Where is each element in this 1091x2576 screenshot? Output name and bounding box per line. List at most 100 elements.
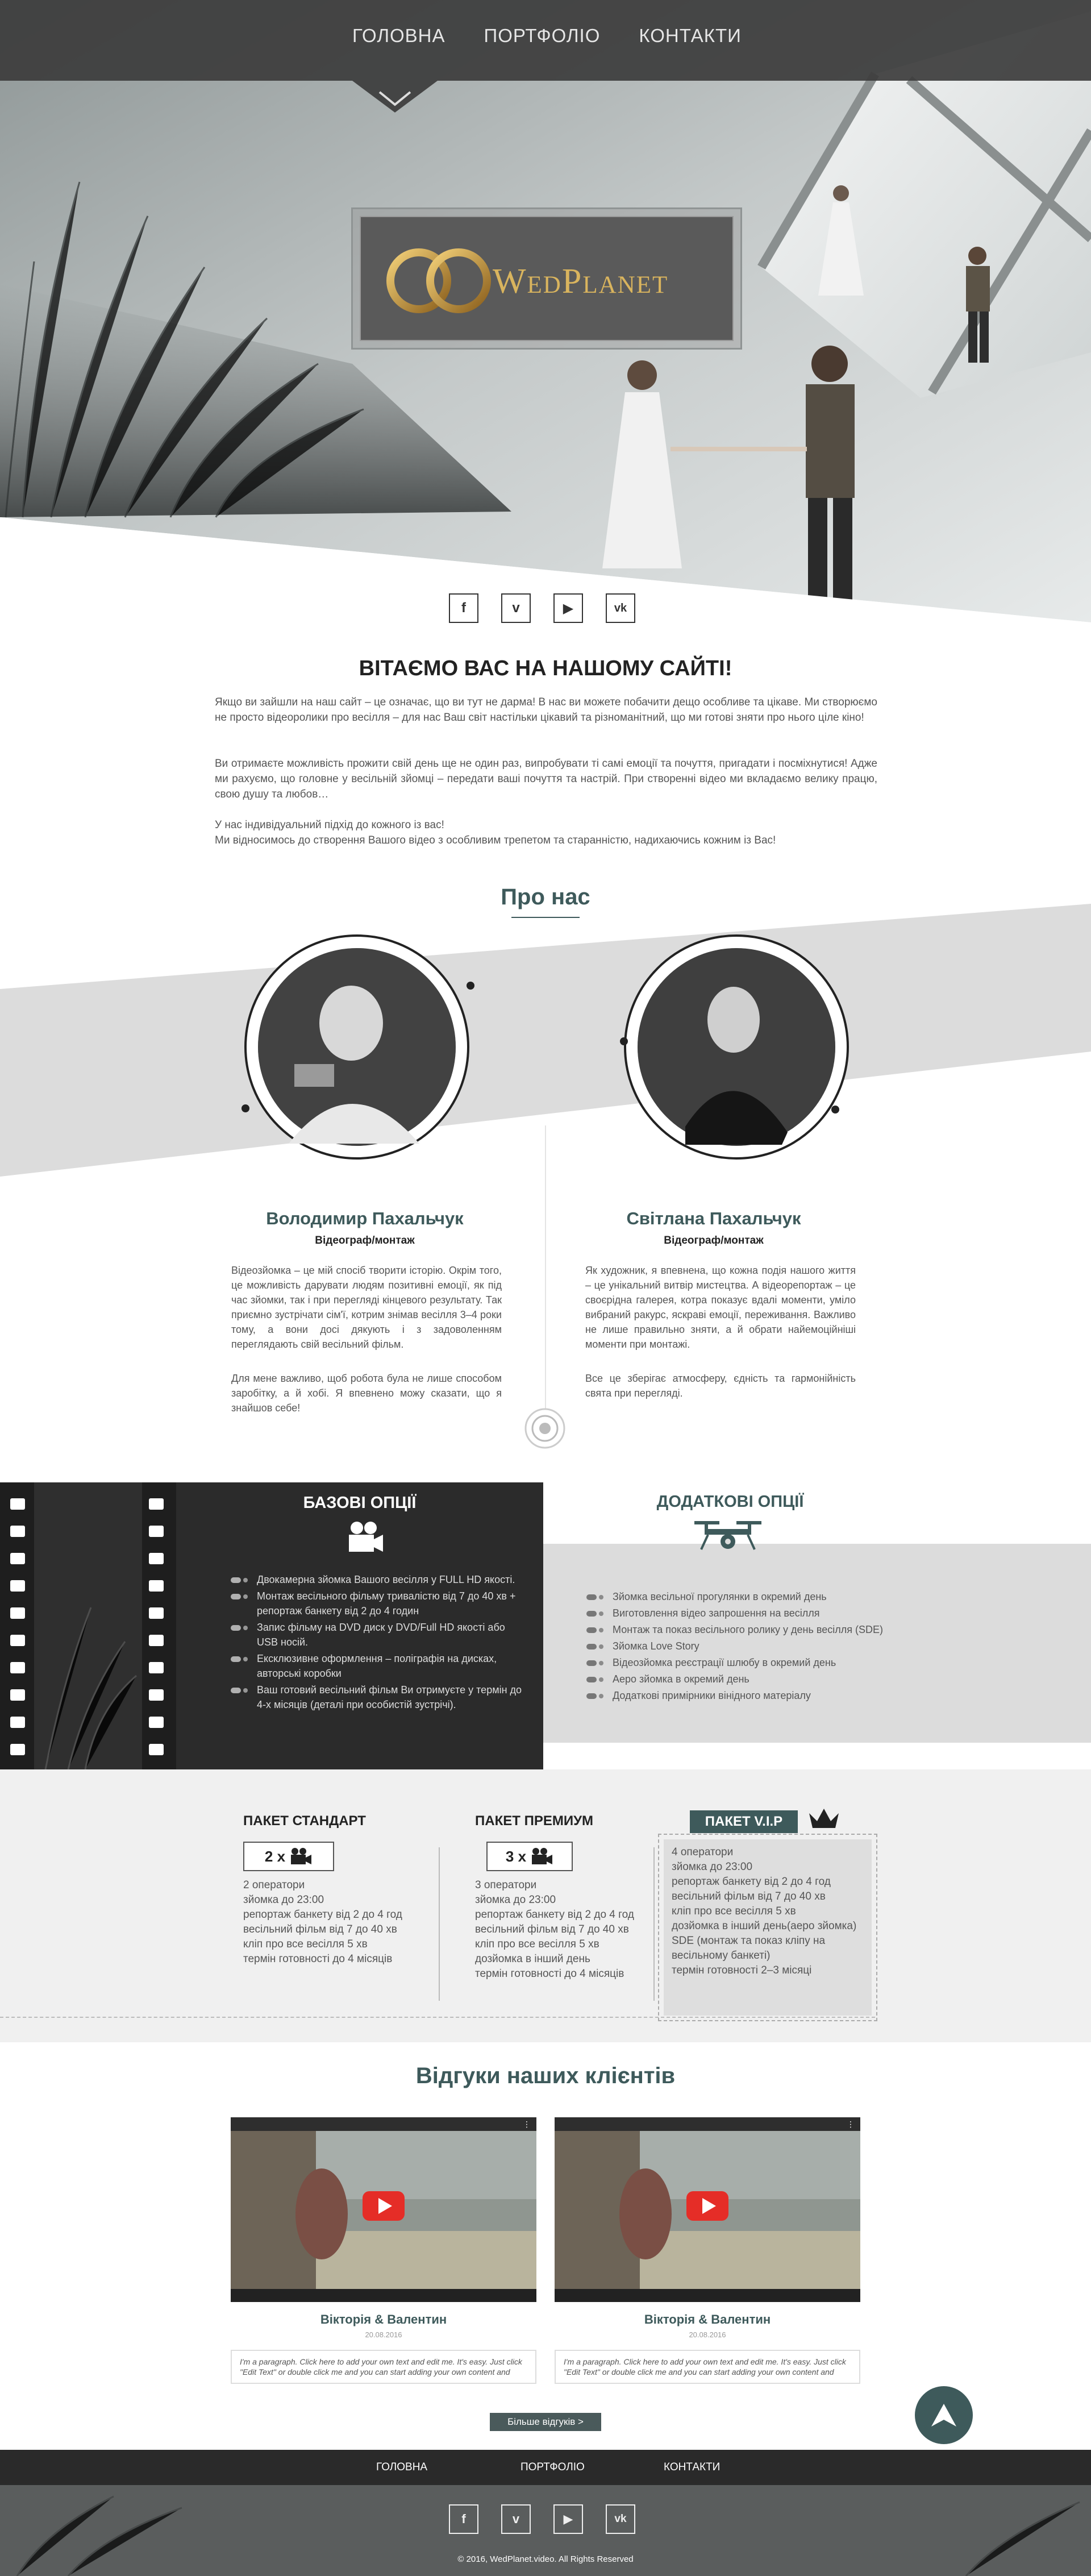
footer-nav-home[interactable]: ГОЛОВНА xyxy=(376,2461,427,2474)
member-role-1: Відеограф/монтаж xyxy=(315,1235,415,1247)
welcome-title: ВІТАЄМО ВАС НА НАШОМУ САЙТІ! xyxy=(359,657,732,680)
package-standard-title: ПАКЕТ СТАНДАРТ xyxy=(243,1813,366,1829)
package-line: 4 оператори xyxy=(672,1846,734,1858)
extra-options-list: Зйомка весільної прогулянки в окремий де… xyxy=(586,1589,898,1705)
vimeo-icon[interactable]: v xyxy=(501,593,531,623)
welcome-paragraph-2: Ви отримаєте можливість прожити свій ден… xyxy=(215,758,877,800)
package-line: репортаж банкету від 2 до 4 год xyxy=(243,1909,402,1921)
scroll-indicator-icon xyxy=(524,1408,565,1449)
member-bio-1: Відеозйомка – це мій спосіб творити істо… xyxy=(231,1265,502,1350)
basic-option-item: Двокамерна зйомка Вашого весілля у FULL … xyxy=(231,1572,526,1587)
member-photo-1 xyxy=(241,934,474,1160)
package-line: зйомка до 23:00 xyxy=(475,1894,556,1906)
package-line: термін готовності до 4 місяців xyxy=(243,1953,393,1965)
nav-contacts[interactable]: КОНТАКТИ xyxy=(639,25,742,47)
package-divider xyxy=(653,1847,655,2001)
extra-option-item: Аеро зйомка в окремий день xyxy=(586,1672,898,1686)
facebook-icon[interactable]: f xyxy=(449,2504,478,2534)
video-camera-icon xyxy=(532,1848,553,1864)
welcome-paragraph-1: Якщо ви зайшли на наш сайт – це означає,… xyxy=(215,696,877,724)
package-line: весільний фільм від 7 до 40 хв xyxy=(672,1891,826,1902)
review-name-1: Вікторія & Валентин xyxy=(320,2312,447,2326)
social-links: f v ▶ vk xyxy=(449,593,635,623)
package-line: 3 оператори xyxy=(475,1879,537,1891)
package-line: дозйомка в інший день xyxy=(475,1953,590,1965)
package-line: зйомка до 23:00 xyxy=(672,1861,753,1873)
svg-text:⋮: ⋮ xyxy=(523,2120,531,2129)
welcome-paragraph-4: Ми відносимось до створення Вашого відео… xyxy=(215,834,776,846)
review-video-1[interactable]: ⋮ xyxy=(231,2117,536,2302)
package-divider xyxy=(439,1847,440,2001)
package-line: весільний фільм від 7 до 40 хв xyxy=(475,1923,629,1935)
rings-icon xyxy=(386,248,491,313)
nav-home[interactable]: ГОЛОВНА xyxy=(352,25,445,47)
extra-option-item: Виготовлення відео запрошення на весілля xyxy=(586,1606,898,1621)
package-line: кліп про все весілля 5 хв xyxy=(672,1905,796,1917)
youtube-icon[interactable]: ▶ xyxy=(553,2504,583,2534)
video-camera-icon xyxy=(349,1522,383,1552)
basic-options-title: БАЗОВІ ОПЦІЇ xyxy=(303,1494,417,1512)
camera-count: 3 x xyxy=(505,1847,527,1865)
package-standard-cameras: 2 x xyxy=(243,1842,334,1871)
package-line: дозйомка в інший день(аеро зйомка) xyxy=(672,1920,857,1932)
more-reviews-button[interactable]: Більше відгуків > xyxy=(490,2413,601,2431)
package-line: 2 оператори xyxy=(243,1879,305,1891)
member-role-2: Відеограф/монтаж xyxy=(664,1235,764,1247)
vk-icon[interactable]: vk xyxy=(606,2504,635,2534)
extra-option-item: Зйомка Love Story xyxy=(586,1639,898,1653)
logo-text: WedPlanet xyxy=(493,262,669,301)
member-bio-2b: Все це зберігає атмосферу, єдність та га… xyxy=(585,1373,856,1399)
package-line: репортаж банкету від 2 до 4 год xyxy=(672,1876,831,1888)
extra-option-item: Монтаж та показ весільного ролику у день… xyxy=(586,1622,898,1637)
package-vip-title: ПАКЕТ V.I.P xyxy=(690,1810,798,1833)
video-camera-icon xyxy=(291,1848,312,1864)
hero-banner: WedPlanet xyxy=(0,0,1091,625)
footer-nav-contacts[interactable]: КОНТАКТИ xyxy=(664,2461,720,2474)
scroll-to-top-button[interactable] xyxy=(915,2386,973,2444)
arrow-up-icon xyxy=(931,2404,956,2427)
review-text-2: I'm a paragraph. Click here to add your … xyxy=(555,2350,860,2384)
review-text-1: I'm a paragraph. Click here to add your … xyxy=(231,2350,536,2384)
package-premium-title: ПАКЕТ ПРЕМИУМ xyxy=(475,1813,593,1829)
package-premium-details: 3 оператори зйомка до 23:00 репортаж бан… xyxy=(475,1878,646,1981)
package-vip-details: 4 оператори зйомка до 23:00 репортаж бан… xyxy=(664,1839,872,2016)
extra-option-item: Додаткові примірники вінідного матеріалу xyxy=(586,1688,898,1703)
package-premium-cameras: 3 x xyxy=(486,1842,573,1871)
review-video-2[interactable]: ⋮ xyxy=(555,2117,860,2302)
package-line: термін готовності 2–3 місяці xyxy=(672,1964,812,1976)
brand-logo[interactable]: WedPlanet xyxy=(351,207,742,350)
top-navigation: ГОЛОВНА ПОРТФОЛІО КОНТАКТИ xyxy=(0,0,1091,113)
basic-option-item: Монтаж весільного фільму тривалістю від … xyxy=(231,1589,526,1618)
extra-option-item: Зйомка весільної прогулянки в окремий де… xyxy=(586,1589,898,1604)
footer: f v ▶ vk © 2016, WedPlanet.video. All Ri… xyxy=(0,2485,1091,2576)
nav-caret-down-icon xyxy=(352,81,438,113)
package-line: кліп про все весілля 5 хв xyxy=(475,1938,599,1950)
film-strip-decoration xyxy=(0,1482,176,1769)
member-bio-2: Як художник, я впевнена, що кожна подія … xyxy=(585,1265,856,1350)
extra-option-item: Відеозйомка реєстрації шлюбу в окремий д… xyxy=(586,1655,898,1670)
svg-text:⋮: ⋮ xyxy=(847,2120,855,2129)
facebook-icon[interactable]: f xyxy=(449,593,478,623)
about-divider xyxy=(545,1125,546,1410)
vimeo-icon[interactable]: v xyxy=(501,2504,531,2534)
video-thumbnail: ⋮ xyxy=(231,2117,536,2302)
nav-portfolio[interactable]: ПОРТФОЛІО xyxy=(484,25,601,47)
extra-options-title: ДОДАТКОВІ ОПЦІЇ xyxy=(656,1493,804,1511)
camera-count: 2 x xyxy=(264,1847,286,1865)
package-standard-details: 2 оператори зйомка до 23:00 репортаж бан… xyxy=(243,1878,436,1967)
crown-icon xyxy=(809,1809,839,1828)
package-vip-card: 4 оператори зйомка до 23:00 репортаж бан… xyxy=(658,1834,877,2021)
footer-nav-portfolio[interactable]: ПОРТФОЛІО xyxy=(520,2461,585,2474)
member-photo-2 xyxy=(620,934,849,1160)
video-thumbnail: ⋮ xyxy=(555,2117,860,2302)
copyright: © 2016, WedPlanet.video. All Rights Rese… xyxy=(457,2554,634,2564)
vk-icon[interactable]: vk xyxy=(606,593,635,623)
package-line: термін готовності до 4 місяців xyxy=(475,1968,624,1980)
youtube-icon[interactable]: ▶ xyxy=(553,593,583,623)
package-line: весільний фільм від 7 до 40 хв xyxy=(243,1923,397,1935)
basic-options-panel: БАЗОВІ ОПЦІЇ Двокамерна зйомка Вашого ве… xyxy=(0,1482,543,1769)
package-line: кліп про все весілля 5 хв xyxy=(243,1938,368,1950)
basic-option-item: Ексклюзивне оформлення – поліграфія на д… xyxy=(231,1651,526,1681)
basic-option-item: Ваш готовий весільний фільм Ви отримуєте… xyxy=(231,1682,526,1712)
drone-icon xyxy=(694,1521,761,1550)
